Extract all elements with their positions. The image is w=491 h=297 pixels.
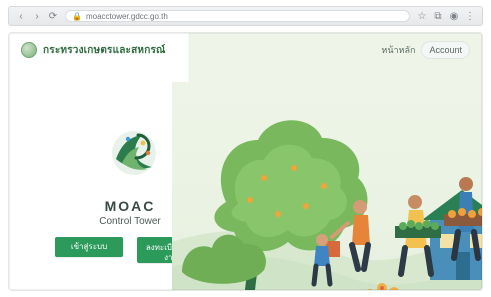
star-icon[interactable]: ☆ [416,10,428,22]
extensions-icon[interactable]: ⧉ [432,10,444,22]
org-logo [21,42,37,58]
back-icon[interactable]: ‹ [15,10,27,22]
account-pill[interactable]: Account [421,41,470,59]
profile-icon[interactable]: ◉ [448,10,460,22]
screenshot-frame: ‹ › ⟳ 🔒 moacctower.gdcc.go.th ☆ ⧉ ◉ ⋮ กร… [0,0,491,297]
org-name: กระทรวงเกษตรและสหกรณ์ [43,44,166,56]
login-button-label: เข้าสู่ระบบ [70,242,108,251]
menu-icon[interactable]: ⋮ [464,10,476,22]
forward-icon[interactable]: › [31,10,43,22]
page: กระทรวงเกษตรและสหกรณ์ หน้าหลัก Account M… [8,32,483,291]
browser-right-icons: ☆ ⧉ ◉ ⋮ [416,10,476,22]
lock-icon: 🔒 [72,11,82,21]
moac-logo [112,131,156,175]
address-bar[interactable]: 🔒 moacctower.gdcc.go.th [65,10,410,22]
browser-chrome: ‹ › ⟳ 🔒 moacctower.gdcc.go.th ☆ ⧉ ◉ ⋮ [8,6,483,26]
browser-nav: ‹ › ⟳ [15,10,59,22]
login-link[interactable]: หน้าหลัก [381,43,415,57]
header-actions: หน้าหลัก Account [381,41,470,59]
reload-icon[interactable]: ⟳ [47,10,59,22]
hero-illustration [172,82,482,290]
org-brand[interactable]: กระทรวงเกษตรและสหกรณ์ [21,42,166,58]
address-text: moacctower.gdcc.go.th [85,11,168,21]
login-button[interactable]: เข้าสู่ระบบ [55,237,123,257]
site-header: กระทรวงเกษตรและสหกรณ์ หน้าหลัก Account [9,33,482,67]
